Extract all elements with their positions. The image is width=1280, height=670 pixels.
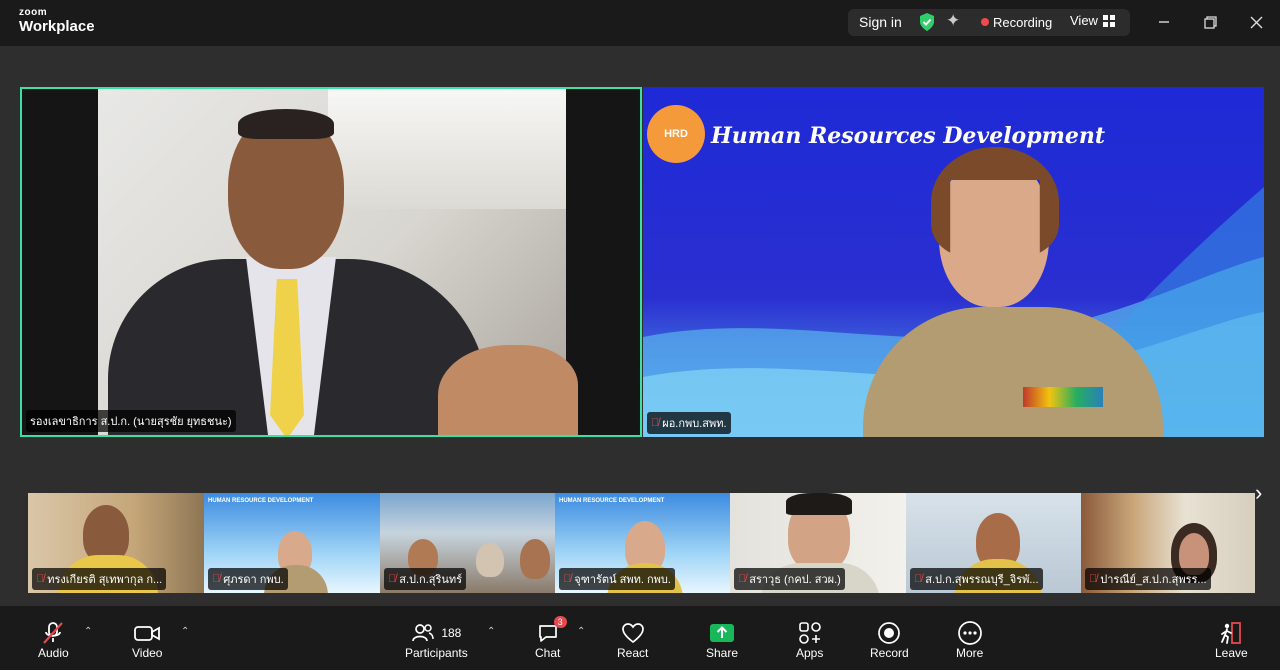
mic-muted-icon: 🎙̸ [36,573,45,585]
mic-muted-icon: 🎙̸ [1089,573,1098,585]
hrd-mini-banner: HUMAN RESOURCE DEVELOPMENT [208,498,314,504]
thumbnail-name-tag: 🎙̸ ปารณีย์_ส.ป.ก.สุพรร... [1085,568,1211,590]
ribbon-bar [1023,387,1103,407]
participant-count: 188 [441,626,462,640]
apps-button[interactable]: Apps [796,620,823,660]
thumbnail-tile[interactable]: 🎙̸ สราวุธ (กคป. สวผ.) [730,493,906,593]
thumbnail-tile[interactable]: 🎙̸ ส.ป.ก.สุพรรณบุรี_จิรพั... [906,493,1082,593]
thumbnail-name-tag: 🎙̸ สราวุธ (กคป. สวผ.) [734,568,845,590]
thumbnail-tile[interactable]: 🎙̸ ปารณีย์_ส.ป.ก.สุพรร... [1081,493,1255,593]
thumbnail-name-tag: 🎙̸ ทรงเกียรติ สุเทพากุล ก... [32,568,167,590]
brand-top: zoom [19,7,48,18]
presenter-name-tag: 🎙̸ ผอ.กพบ.สพท. [647,412,731,434]
apps-icon [798,620,822,646]
hrd-logo: HRD [647,105,705,163]
video-stage: รองเลขาธิการ ส.ป.ก. (นายสุรชัย ยุทธชนะ) … [0,46,1280,606]
recording-label[interactable]: Recording [993,15,1052,30]
thumbnail-name: สราวุธ (กคป. สวผ.) [749,574,841,586]
react-button[interactable]: React [617,620,648,660]
video-options-chevron-icon[interactable]: ⌃ [181,626,189,637]
thumbnail-tile[interactable]: HUMAN RESOURCE DEVELOPMENT 🎙̸ จุฑารัตน์ … [555,493,731,593]
share-screen-icon [709,620,735,646]
chat-label: Chat [535,646,561,660]
react-label: React [617,646,649,660]
more-options-icon [957,620,983,646]
audio-options-chevron-icon[interactable]: ⌃ [84,626,92,637]
recording-indicator-icon [981,18,989,26]
mic-muted-icon [42,620,64,646]
thumbnail-name: จุฑารัตน์ สพท. กพบ. [574,574,671,586]
ai-companion-icon[interactable]: ✦ [946,12,960,29]
mic-muted-icon: 🎙̸ [651,417,660,429]
leave-meeting-icon [1219,620,1243,646]
chat-options-chevron-icon[interactable]: ⌃ [577,626,585,637]
thumbnail-name-tag: 🎙̸ ศุภรดา กพบ. [208,568,288,590]
thumbnail-name: ทรงเกียรติ สุเทพากุล ก... [47,574,163,586]
thumbnail-name-tag: 🎙̸ ส.ป.ก.สุรินทร์ [384,568,467,590]
thumbnail-tile[interactable]: HUMAN RESOURCE DEVELOPMENT 🎙̸ ศุภรดา กพบ… [204,493,380,593]
close-window-icon[interactable] [1244,10,1268,34]
audio-button[interactable]: Audio [38,620,69,660]
video-tile-presenter[interactable]: HRD Human Resources Development 🎙̸ ผอ.กพ… [643,87,1264,437]
chat-unread-badge: 3 [553,616,567,628]
zoom-logo: zoom Workplace [19,7,95,35]
mic-muted-icon: 🎙̸ [388,573,397,585]
brand-name: Workplace [19,18,95,35]
leave-label: Leave [1215,646,1248,660]
view-label: View [1070,13,1098,28]
more-button[interactable]: More [956,620,983,660]
maximize-window-icon[interactable] [1198,10,1222,34]
video-label: Video [132,646,163,660]
thumbnail-name: ส.ป.ก.สุพรรณบุรี_จิรพั... [925,574,1039,586]
next-page-chevron-icon[interactable]: › [1255,480,1262,506]
minimize-window-icon[interactable] [1152,10,1176,34]
more-label: More [956,646,984,660]
sign-in-button[interactable]: Sign in [859,14,902,30]
hrd-mini-banner: HUMAN RESOURCE DEVELOPMENT [559,498,665,504]
thumbnail-tile[interactable]: 🎙̸ ส.ป.ก.สุรินทร์ [380,493,556,593]
speaker-name: รองเลขาธิการ ส.ป.ก. (นายสุรชัย ยุทธชนะ) [30,416,232,428]
video-button[interactable]: Video [132,620,162,660]
presenter-name: ผอ.กพบ.สพท. [662,418,727,430]
speaker-camera-feed [98,89,578,435]
chat-button[interactable]: 3 Chat [535,616,567,660]
mic-muted-icon: 🎙̸ [738,573,747,585]
thumbnail-name-tag: 🎙̸ จุฑารัตน์ สพท. กพบ. [559,568,675,590]
meeting-toolbar: Audio ⌃ Video ⌃ 188 Participants ⌃ 3 Cha… [0,606,1280,670]
audio-label: Audio [38,646,69,660]
video-camera-icon [133,620,161,646]
share-label: Share [706,646,739,660]
video-tile-speaker[interactable]: รองเลขาธิการ ส.ป.ก. (นายสุรชัย ยุทธชนะ) [20,87,642,437]
mic-muted-icon: 🎙̸ [914,573,923,585]
mic-muted-icon: 🎙̸ [212,573,221,585]
thumbnail-name-tag: 🎙̸ ส.ป.ก.สุพรรณบุรี_จิรพั... [910,568,1043,590]
mic-muted-icon: 🎙̸ [563,573,572,585]
heart-icon [621,620,645,646]
security-shield-icon[interactable] [918,12,936,37]
participants-icon [412,624,435,642]
hrd-banner-title: Human Resources Development [711,123,1106,149]
apps-label: Apps [796,646,824,660]
participants-label: Participants [405,646,468,660]
record-button[interactable]: Record [870,620,909,660]
leave-button[interactable]: Leave [1215,620,1248,660]
thumbnail-name: ศุภรดา กพบ. [223,574,284,586]
thumbnail-name: ปารณีย์_ส.ป.ก.สุพรร... [1100,574,1207,586]
record-label: Record [870,646,909,660]
record-icon [877,620,901,646]
participants-button[interactable]: 188 Participants [405,620,468,660]
share-button[interactable]: Share [706,620,738,660]
thumbnail-name: ส.ป.ก.สุรินทร์ [399,574,463,586]
thumbnail-tile[interactable]: 🎙̸ ทรงเกียรติ สุเทพากุล ก... [28,493,204,593]
view-button[interactable]: View [1070,13,1115,28]
participants-options-chevron-icon[interactable]: ⌃ [487,626,495,637]
speaker-name-tag: รองเลขาธิการ ส.ป.ก. (นายสุรชัย ยุทธชนะ) [26,410,236,432]
title-bar: zoom Workplace Sign in ✦ Recording View [0,0,1280,46]
grid-view-icon [1102,14,1115,27]
